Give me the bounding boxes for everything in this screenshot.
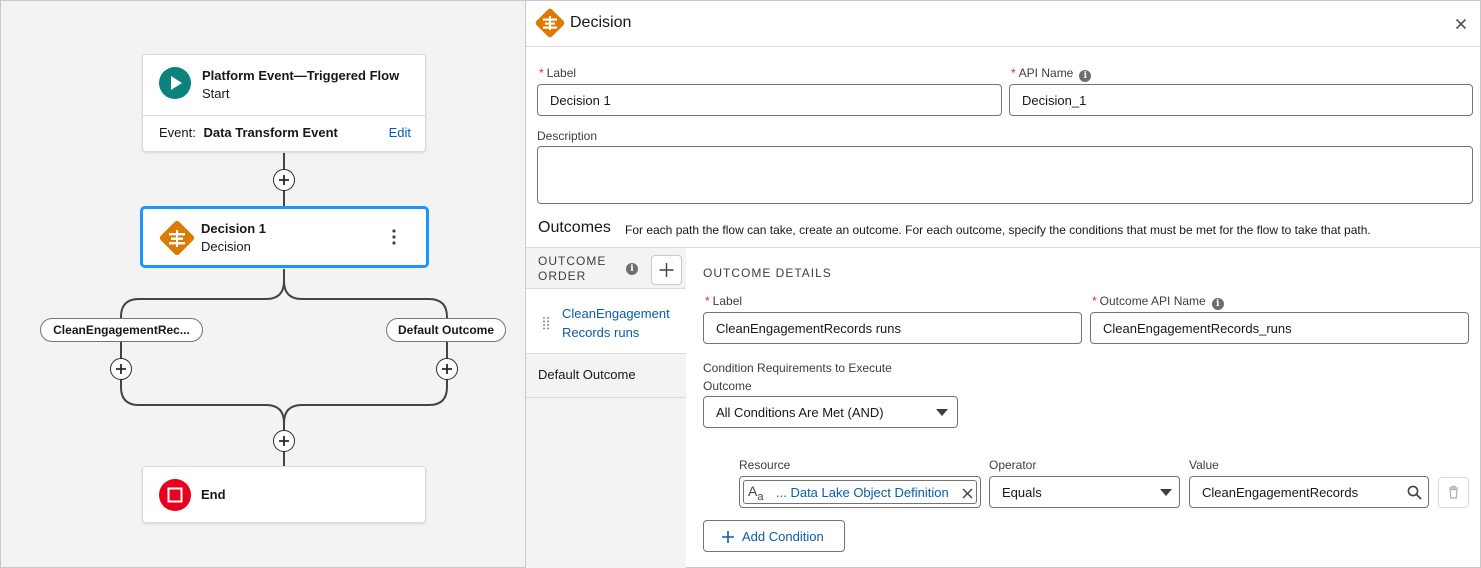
outcome-order-sidebar: OUTCOME ORDER i CleanEngagement Records … bbox=[526, 248, 686, 568]
start-node-subtitle: Start bbox=[202, 86, 230, 101]
outcome-label-input[interactable]: CleanEngagementRecords runs bbox=[703, 312, 1082, 344]
resource-value: ... Data Lake Object Definition bbox=[776, 485, 949, 500]
outcome-api-name-input[interactable]: CleanEngagementRecords_runs bbox=[1090, 312, 1469, 344]
value-input-value: CleanEngagementRecords bbox=[1202, 484, 1359, 500]
add-condition-label: Add Condition bbox=[742, 529, 824, 544]
event-row: Event: Data Transform Event bbox=[159, 125, 338, 140]
value-label: Value bbox=[1189, 458, 1219, 472]
plus-icon bbox=[116, 364, 126, 374]
resource-label: Resource bbox=[739, 458, 791, 472]
decision-node-title: Decision 1 bbox=[201, 221, 267, 236]
chevron-down-icon bbox=[936, 409, 948, 416]
search-icon[interactable] bbox=[1407, 485, 1422, 503]
api-name-field-label: * API Name i bbox=[1011, 66, 1092, 82]
outcome-order-item-label: Default Outcome bbox=[538, 367, 636, 382]
condition-requirements-label: Condition Requirements to Execute Outcom… bbox=[703, 361, 892, 393]
value-input[interactable]: CleanEngagementRecords bbox=[1189, 476, 1429, 508]
end-node-title: End bbox=[201, 487, 226, 502]
branch-label-clean-engagement[interactable]: CleanEngagementRec... bbox=[40, 318, 203, 342]
plus-icon bbox=[279, 175, 289, 185]
delete-condition-button[interactable] bbox=[1438, 477, 1469, 508]
panel-header-divider bbox=[526, 46, 1480, 47]
chevron-down-icon bbox=[1160, 489, 1172, 496]
resource-pill[interactable]: Aa ... Data Lake Object Definition bbox=[743, 480, 977, 504]
outcome-order-item[interactable]: CleanEngagement Records runs bbox=[526, 288, 686, 354]
edit-event-link[interactable]: Edit bbox=[389, 125, 411, 140]
decision-node[interactable]: Decision 1 Decision bbox=[141, 207, 428, 267]
drag-handle-icon[interactable] bbox=[542, 316, 550, 335]
label-field-label: * Label bbox=[539, 66, 577, 80]
outcome-api-name-field-label: * Outcome API Name i bbox=[1092, 294, 1224, 310]
outcomes-help-text: For each path the flow can take, create … bbox=[625, 223, 1371, 237]
operator-label: Operator bbox=[989, 458, 1037, 472]
info-icon[interactable]: i bbox=[626, 263, 638, 275]
text-type-icon: Aa bbox=[748, 483, 764, 503]
operator-value: Equals bbox=[1002, 484, 1042, 500]
plus-icon bbox=[279, 436, 289, 446]
more-actions-icon[interactable] bbox=[387, 227, 401, 247]
clear-icon[interactable] bbox=[962, 487, 973, 502]
outcomes-heading: Outcomes bbox=[538, 219, 611, 236]
event-value: Data Transform Event bbox=[203, 125, 338, 140]
description-field-label: Description bbox=[537, 129, 598, 143]
label-input[interactable]: Decision 1 bbox=[537, 84, 1002, 116]
plus-icon bbox=[442, 364, 452, 374]
close-icon[interactable] bbox=[1455, 17, 1467, 30]
event-label: Event: bbox=[159, 125, 196, 140]
outcome-label-field-label: * Label bbox=[705, 294, 743, 308]
decision-node-subtitle: Decision bbox=[201, 239, 251, 254]
flow-canvas: Platform Event—Triggered Flow Start Even… bbox=[0, 0, 525, 568]
panel-header: Decision bbox=[526, 1, 1480, 46]
start-node-divider bbox=[143, 115, 425, 116]
decision-icon bbox=[158, 219, 196, 257]
plus-icon bbox=[659, 263, 674, 277]
add-element-button[interactable] bbox=[110, 358, 132, 380]
add-condition-button[interactable]: Add Condition bbox=[703, 520, 845, 552]
condition-requirements-select[interactable]: All Conditions Are Met (AND) bbox=[703, 396, 958, 428]
plus-icon bbox=[722, 531, 734, 543]
add-element-button[interactable] bbox=[436, 358, 458, 380]
trash-icon bbox=[1449, 485, 1458, 499]
start-node[interactable]: Platform Event—Triggered Flow Start Even… bbox=[142, 54, 426, 152]
add-outcome-button[interactable] bbox=[651, 255, 682, 285]
add-element-button[interactable] bbox=[273, 430, 295, 452]
info-icon[interactable]: i bbox=[1211, 298, 1224, 310]
operator-select[interactable]: Equals bbox=[989, 476, 1180, 508]
stop-icon bbox=[159, 479, 191, 511]
start-node-title: Platform Event—Triggered Flow bbox=[202, 68, 400, 83]
decision-icon bbox=[534, 7, 566, 39]
panel-title: Decision bbox=[570, 14, 632, 31]
outcome-order-heading: OUTCOME ORDER bbox=[538, 254, 607, 283]
condition-requirements-value: All Conditions Are Met (AND) bbox=[716, 404, 884, 420]
branch-label-default-outcome[interactable]: Default Outcome bbox=[386, 318, 506, 342]
outcome-order-item-label: CleanEngagement Records runs bbox=[562, 306, 670, 340]
description-textarea[interactable] bbox=[537, 146, 1473, 204]
api-name-input[interactable]: Decision_1 bbox=[1009, 84, 1473, 116]
end-node[interactable]: End bbox=[142, 466, 426, 523]
resource-input[interactable]: Aa ... Data Lake Object Definition bbox=[739, 476, 981, 508]
outcome-details-heading: OUTCOME DETAILS bbox=[703, 266, 832, 280]
decision-properties-panel: Decision * Label Decision 1 * API Name i De… bbox=[525, 0, 1481, 568]
play-icon bbox=[159, 67, 191, 99]
info-icon[interactable]: i bbox=[1079, 70, 1092, 82]
add-element-button[interactable] bbox=[273, 169, 295, 191]
outcome-order-item[interactable]: Default Outcome bbox=[526, 354, 686, 398]
